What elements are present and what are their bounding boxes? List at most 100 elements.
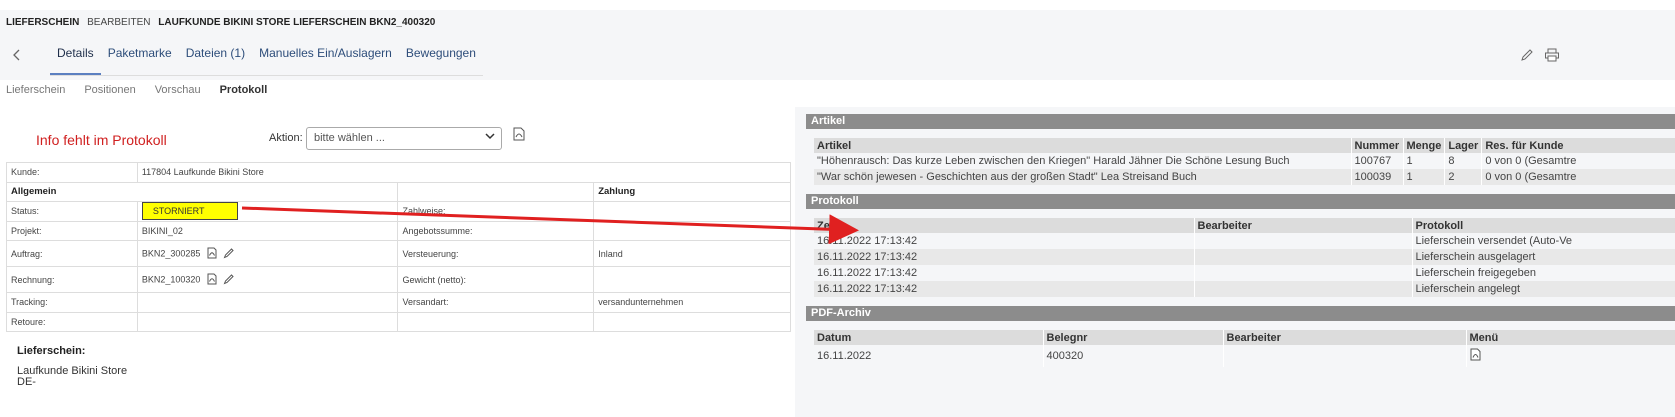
retoure-label: Retoure: [6,311,138,332]
table-row: Status: STORNIERT Zahlweise: [6,201,791,222]
pencil-icon[interactable] [1520,48,1534,65]
zahlung-heading: Zahlung [593,181,791,202]
angebotssumme-value [593,220,791,241]
column-header: Datum [814,330,1044,345]
empty-cell [593,311,791,332]
status-cell: STORNIERT [136,201,399,222]
protokoll-zeit: 16.11.2022 17:13:42 [814,249,1195,265]
angebotssumme-label: Angebotssumme: [397,220,595,241]
table-header-row: Zeit Bearbeiter Protokoll [814,218,1675,233]
table-row: "Höhenrausch: Das kurze Leben zwischen d… [814,153,1675,169]
tracking-value [136,292,399,313]
auftrag-label: Auftrag: [6,240,138,267]
auftrag-link[interactable]: BKN2_300285 [142,248,201,258]
subtab-vorschau[interactable]: Vorschau [155,84,201,96]
pdf-icon[interactable] [513,127,525,144]
pdf-bearbeiter [1223,345,1467,367]
sub-tabs: Lieferschein Positionen Vorschau Protoko… [6,84,286,96]
column-header: Res. für Kunde [1481,138,1675,153]
protokoll-bearbeiter [1194,249,1413,265]
printer-icon[interactable] [1544,48,1560,65]
pdf-icon[interactable] [207,273,217,287]
column-header: Menü [1466,330,1675,345]
table-row: 16.11.2022 17:13:42 Lieferschein freigeg… [814,265,1675,281]
column-header: Lager [1444,138,1483,153]
table-row: Auftrag: BKN2_300285 Versteuerung: Inlan… [6,240,791,267]
protokoll-bearbeiter [1194,281,1413,297]
lieferschein-heading: Lieferschein: [17,345,86,357]
aktion-select[interactable]: bitte wählen ... [306,127,502,150]
tab-paketmarke[interactable]: Paketmarke [101,42,179,75]
gewicht-label: Gewicht (netto): [397,266,595,293]
artikel-nummer: 100767 [1351,153,1404,169]
tab-dateien[interactable]: Dateien (1) [179,42,252,75]
subtab-lieferschein[interactable]: Lieferschein [6,84,65,96]
aktion-label: Aktion: [269,132,303,144]
protokoll-bearbeiter [1194,265,1413,281]
protokoll-bearbeiter [1194,233,1413,249]
pdf-menu-cell [1466,345,1675,367]
versteuerung-value: Inland [593,240,791,267]
protokoll-zeit: 16.11.2022 17:13:42 [814,233,1195,249]
artikel-name: "War schön jewesen - Geschichten aus der… [814,169,1352,185]
table-row: Allgemein Zahlung [5,181,791,202]
lieferschein-address: Laufkunde Bikini Store DE- [17,366,127,388]
versandart-value: versandunternehmen [593,292,791,313]
empty-cell [397,181,595,202]
tracking-label: Tracking: [6,292,138,313]
tab-bewegungen[interactable]: Bewegungen [399,42,483,75]
info-table: Kunde: 117804 Laufkunde Bikini Store All… [5,162,792,332]
table-row: Rechnung: BKN2_100320 Gewicht (netto): [6,266,791,293]
tab-manuelles-ein-auslagern[interactable]: Manuelles Ein/Auslagern [252,42,399,75]
rechnung-label: Rechnung: [6,266,138,293]
chevron-left-icon[interactable] [12,48,22,63]
table-row: 16.11.2022 17:13:42 Lieferschein ausgela… [814,249,1675,265]
pdf-datum: 16.11.2022 [814,345,1044,367]
protokoll-zeit: 16.11.2022 17:13:42 [814,265,1195,281]
kunde-value: 117804 Laufkunde Bikini Store [136,162,792,183]
zahlweise-value [593,201,791,222]
subtab-positionen[interactable]: Positionen [84,84,135,96]
table-row: Retoure: [6,311,791,332]
pdf-icon[interactable] [1470,348,1481,364]
column-header: Artikel [814,138,1352,153]
artikel-menge: 1 [1403,169,1446,185]
artikel-reserviert: 0 von 0 (Gesamtre [1481,169,1675,185]
right-panel: Artikel Artikel Nummer Menge Lager Res. … [806,114,1675,367]
pencil-icon[interactable] [223,247,235,261]
auftrag-cell: BKN2_300285 [136,240,399,267]
artikel-section-title: Artikel [806,114,1675,129]
artikel-lager: 8 [1444,153,1483,169]
protokoll-zeit: 16.11.2022 17:13:42 [814,281,1195,297]
pencil-icon[interactable] [223,273,235,287]
retoure-value [136,311,399,332]
artikel-menge: 1 [1403,153,1446,169]
pdf-icon[interactable] [207,247,217,261]
artikel-reserviert: 0 von 0 (Gesamtre [1481,153,1675,169]
protokoll-text: Lieferschein versendet (Auto-Ve [1412,233,1675,249]
table-row: Projekt: BIKINI_02 Angebotssumme: [6,220,791,241]
allgemein-heading: Allgemein [5,181,399,202]
protokoll-text: Lieferschein angelegt [1412,281,1675,297]
kunde-label: Kunde: [6,162,138,183]
versteuerung-label: Versteuerung: [397,240,595,267]
protokoll-section-title: Protokoll [806,194,1675,209]
table-row: 16.11.2022 17:13:42 Lieferschein angeleg… [814,281,1675,297]
breadcrumb-doc[interactable]: LIEFERSCHEIN [6,17,79,28]
subtab-protokoll[interactable]: Protokoll [220,84,268,96]
artikel-nummer: 100039 [1351,169,1404,185]
column-header: Protokoll [1412,218,1675,233]
projekt-label: Projekt: [6,220,138,241]
column-header: Bearbeiter [1194,218,1413,233]
tab-details[interactable]: Details [50,42,101,75]
gewicht-value [593,266,791,293]
column-header: Nummer [1351,138,1404,153]
pdf-archiv-table: Datum Belegnr Bearbeiter Menü 16.11.2022… [814,330,1675,367]
rechnung-link[interactable]: BKN2_100320 [142,274,201,284]
empty-cell [397,311,595,332]
rechnung-cell: BKN2_100320 [136,266,399,293]
chevron-down-icon [485,131,495,144]
protokoll-text: Lieferschein freigegeben [1412,265,1675,281]
table-row: "War schön jewesen - Geschichten aus der… [814,169,1675,185]
main-tabs: Details Paketmarke Dateien (1) Manuelles… [50,42,483,76]
